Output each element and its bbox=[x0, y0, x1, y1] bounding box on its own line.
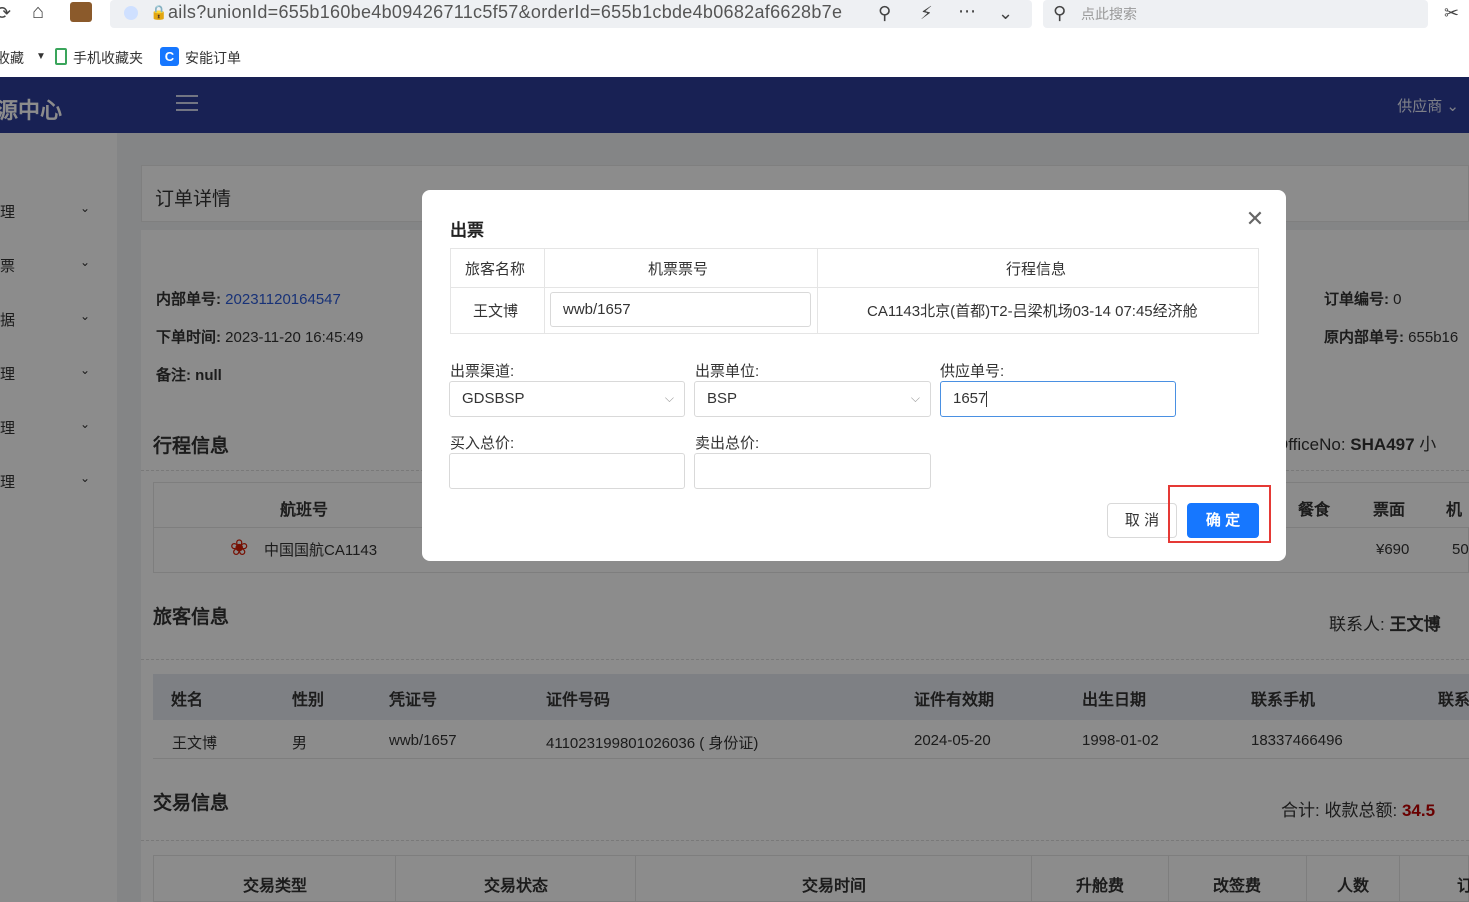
unit-select[interactable]: BSP ⌵ bbox=[694, 381, 931, 417]
insecure-lock-icon[interactable]: 🔒 bbox=[150, 5, 167, 19]
issue-ticket-dialog: 出票 ✕ 旅客名称 机票票号 行程信息 王文博 wwb/1657 CA1143北… bbox=[422, 190, 1286, 561]
bookmarks-bar: 收藏 ▼ 手机收藏夹 C 安能订单 bbox=[0, 40, 1469, 76]
modal-backdrop-header bbox=[0, 77, 1469, 133]
search-placeholder: 点此搜索 bbox=[1081, 6, 1137, 22]
column-divider bbox=[817, 249, 818, 333]
chevron-down-icon: ⌵ bbox=[910, 391, 920, 405]
ticket-itinerary: CA1143北京(首都)T2-吕梁机场03-14 07:45经济舱 bbox=[867, 303, 1198, 320]
phone-icon bbox=[55, 48, 67, 65]
browser-toolbar: ⟳ ⌂ 🔒 ails?unionId=655b160be4b09426711c5… bbox=[0, 0, 1469, 40]
ticket-table: 旅客名称 机票票号 行程信息 王文博 wwb/1657 CA1143北京(首都)… bbox=[450, 248, 1259, 334]
supplier-no-value: 1657 bbox=[953, 390, 987, 407]
dropdown-arrow-icon[interactable]: ▼ bbox=[36, 51, 46, 62]
zoom-icon[interactable]: ⚲ bbox=[878, 4, 891, 22]
app-c-icon: C bbox=[160, 47, 179, 66]
url-text[interactable]: ails?unionId=655b160be4b09426711c5f57&or… bbox=[168, 2, 842, 23]
bookmark-mobile[interactable]: 手机收藏夹 bbox=[73, 48, 143, 68]
more-icon[interactable]: ⋯ bbox=[958, 2, 976, 20]
buy-total-input[interactable] bbox=[449, 453, 685, 489]
text-cursor bbox=[986, 391, 988, 408]
dialog-title: 出票 bbox=[450, 221, 484, 240]
browser-search-box[interactable]: ⚲ 点此搜索 bbox=[1043, 0, 1428, 28]
ticket-passenger-name: 王文博 bbox=[473, 303, 519, 320]
column-divider bbox=[544, 249, 545, 333]
close-icon[interactable]: ✕ bbox=[1244, 208, 1266, 230]
reload-icon[interactable]: ⟳ bbox=[0, 4, 11, 22]
chevron-down-icon: ⌵ bbox=[664, 391, 674, 405]
ticket-header-passenger: 旅客名称 bbox=[465, 261, 526, 278]
unit-value: BSP bbox=[707, 390, 738, 407]
home-icon[interactable]: ⌂ bbox=[32, 2, 44, 22]
ticket-header-itinerary: 行程信息 bbox=[1006, 261, 1067, 278]
supplier-no-input[interactable]: 1657 bbox=[940, 381, 1176, 417]
briefcase-icon[interactable] bbox=[70, 2, 92, 22]
ticket-number-input[interactable]: wwb/1657 bbox=[550, 292, 811, 327]
sell-total-input[interactable] bbox=[694, 453, 931, 489]
supplier-no-label: 供应单号: bbox=[940, 363, 1005, 380]
cancel-button[interactable]: 取 消 bbox=[1107, 503, 1177, 538]
chevron-down-icon[interactable]: ⌄ bbox=[998, 4, 1013, 22]
site-icon bbox=[124, 6, 138, 20]
channel-select[interactable]: GDSBSP ⌵ bbox=[449, 381, 685, 417]
channel-label: 出票渠道: bbox=[450, 363, 515, 380]
ticket-number-value: wwb/1657 bbox=[563, 301, 631, 318]
scissors-icon[interactable]: ✂ bbox=[1444, 4, 1459, 22]
bookmark-order[interactable]: 安能订单 bbox=[185, 48, 241, 68]
bookmark-favorites[interactable]: 收藏 bbox=[0, 48, 24, 68]
channel-value: GDSBSP bbox=[462, 390, 525, 407]
address-bar[interactable]: 🔒 ails?unionId=655b160be4b09426711c5f57&… bbox=[110, 0, 1032, 28]
ticket-header-ticket-no: 机票票号 bbox=[648, 261, 709, 278]
buy-total-label: 买入总价: bbox=[450, 435, 515, 452]
unit-label: 出票单位: bbox=[695, 363, 760, 380]
row-divider bbox=[451, 287, 1258, 288]
highlight-box bbox=[1168, 485, 1271, 543]
lightning-icon[interactable]: ⚡ bbox=[920, 4, 933, 22]
search-icon: ⚲ bbox=[1053, 3, 1067, 23]
sell-total-label: 卖出总价: bbox=[695, 435, 760, 452]
